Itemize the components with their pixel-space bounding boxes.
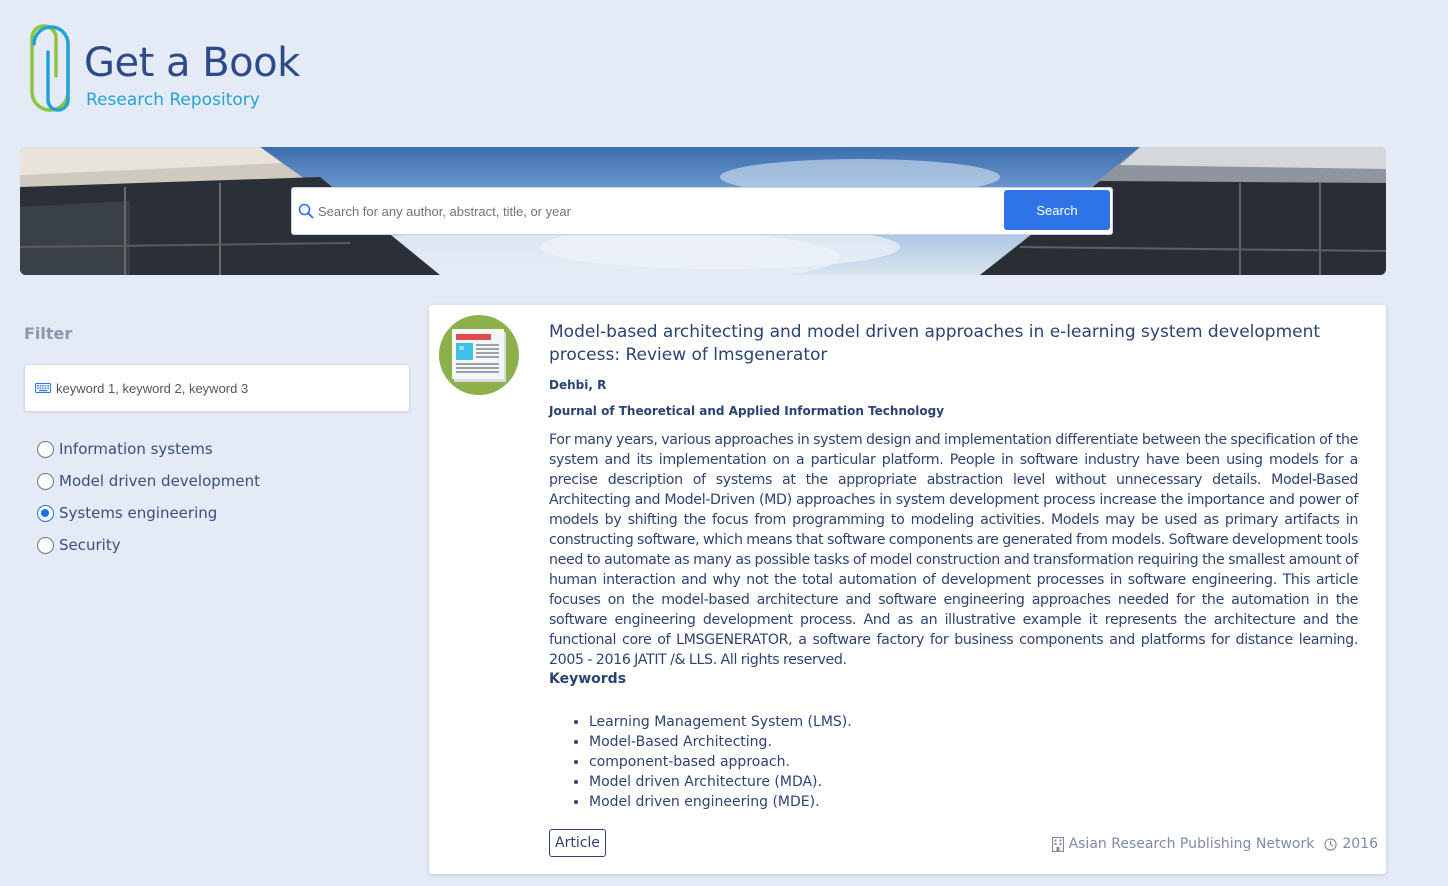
filter-title: Filter bbox=[24, 324, 73, 343]
result-publisher: Asian Research Publishing Network bbox=[1068, 836, 1315, 852]
result-card: Model-based architecting and model drive… bbox=[429, 305, 1386, 874]
topic-option[interactable]: Systems engineering bbox=[37, 497, 260, 529]
logo-subtitle: Research Repository bbox=[86, 90, 260, 110]
topic-filter-list: Information systems Model driven develop… bbox=[37, 433, 260, 561]
result-thumbnail bbox=[439, 315, 519, 395]
hero-banner: Search bbox=[20, 147, 1386, 275]
keyword-filter-box bbox=[24, 364, 410, 412]
keyboard-icon bbox=[35, 383, 51, 393]
result-journal: Journal of Theoretical and Applied Infor… bbox=[549, 404, 945, 418]
keyword-filter-input[interactable] bbox=[56, 369, 401, 407]
result-type-badge: Article bbox=[549, 829, 606, 857]
topic-radio[interactable] bbox=[37, 472, 54, 490]
site-logo[interactable]: Get a Book Research Repository bbox=[24, 22, 304, 122]
keyword-item: component-based approach. bbox=[589, 752, 852, 772]
topic-label: Security bbox=[59, 536, 121, 554]
newspaper-icon bbox=[452, 329, 506, 382]
paperclip-icon bbox=[30, 24, 70, 112]
keyword-item: Model-Based Architecting. bbox=[589, 732, 852, 752]
building-icon bbox=[1051, 836, 1064, 852]
result-meta: Asian Research Publishing Network 2016 bbox=[1051, 836, 1378, 852]
topic-label: Information systems bbox=[59, 440, 213, 458]
search-button[interactable]: Search bbox=[1004, 190, 1110, 230]
topic-option[interactable]: Information systems bbox=[37, 433, 260, 465]
logo-title: Get a Book bbox=[84, 40, 300, 86]
result-title[interactable]: Model-based architecting and model drive… bbox=[549, 321, 1369, 367]
topic-radio[interactable] bbox=[37, 536, 54, 554]
topic-radio[interactable] bbox=[37, 440, 54, 458]
keywords-list: Learning Management System (LMS). Model-… bbox=[589, 712, 852, 812]
result-authors: Dehbi, R bbox=[549, 378, 607, 392]
keyword-item: Model driven Architecture (MDA). bbox=[589, 772, 852, 792]
result-year: 2016 bbox=[1342, 836, 1378, 852]
topic-option[interactable]: Model driven development bbox=[37, 465, 260, 497]
keyword-item: Learning Management System (LMS). bbox=[589, 712, 852, 732]
topic-option[interactable]: Security bbox=[37, 529, 260, 561]
search-input[interactable] bbox=[318, 191, 998, 231]
topic-radio[interactable] bbox=[37, 504, 54, 522]
keywords-heading: Keywords bbox=[549, 671, 627, 687]
topic-label: Model driven development bbox=[59, 472, 260, 490]
search-icon bbox=[298, 203, 314, 219]
keyword-item: Model driven engineering (MDE). bbox=[589, 792, 852, 812]
topic-label: Systems engineering bbox=[59, 504, 218, 522]
clock-icon bbox=[1324, 837, 1338, 851]
result-abstract: For many years, various approaches in sy… bbox=[549, 432, 1358, 668]
search-bar: Search bbox=[291, 187, 1113, 235]
